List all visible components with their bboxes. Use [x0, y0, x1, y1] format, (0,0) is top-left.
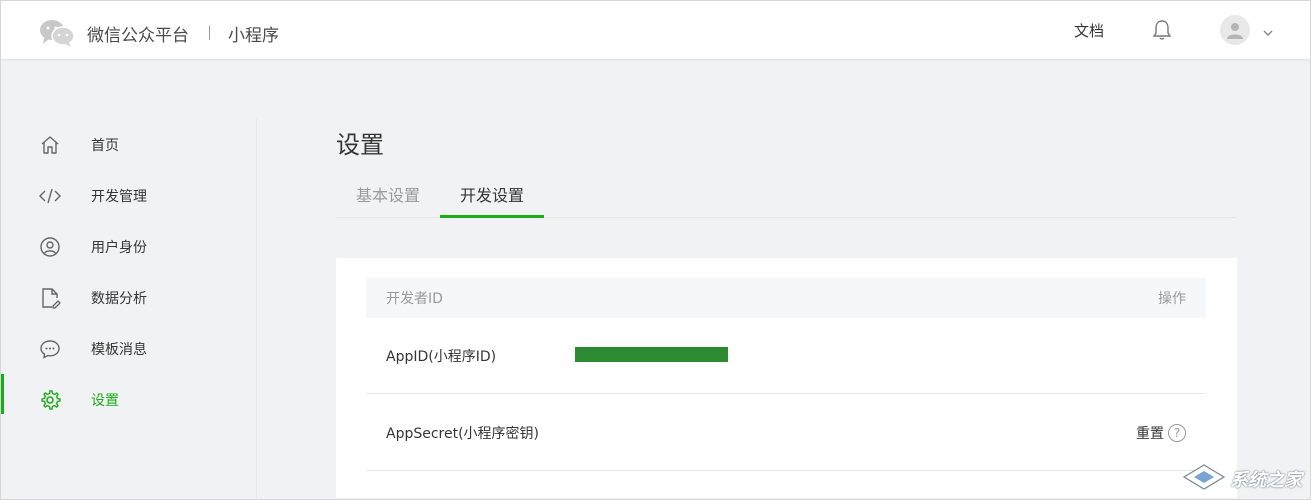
sidebar-item-label: 开发管理	[91, 188, 147, 205]
document-edit-icon	[39, 287, 61, 309]
chevron-down-icon[interactable]	[1262, 24, 1274, 36]
tab-dev-settings[interactable]: 开发设置	[440, 177, 545, 218]
brand-divider	[209, 26, 210, 40]
sidebar-item-template-messages[interactable]: 模板消息	[1, 323, 256, 374]
sidebar-item-label: 首页	[91, 137, 119, 154]
table-row: AppID(小程序ID)	[366, 318, 1206, 394]
sidebar-item-home[interactable]: 首页	[1, 119, 256, 170]
appid-label: AppID(小程序ID)	[386, 348, 497, 365]
top-right-actions: 文档	[1074, 15, 1274, 45]
sidebar-item-label: 模板消息	[91, 341, 147, 358]
top-bar: 微信公众平台 小程序 文档	[1, 1, 1310, 60]
sidebar-item-label: 数据分析	[91, 290, 147, 307]
row-actions: 重置 ?	[1136, 423, 1186, 443]
bell-icon[interactable]	[1152, 19, 1172, 41]
table-header: 开发者ID 操作	[366, 278, 1206, 318]
sidebar-item-data-analysis[interactable]: 数据分析	[1, 272, 256, 323]
settings-tabs: 基本设置 开发设置	[336, 177, 1236, 218]
watermark-logo-icon	[1182, 463, 1226, 495]
sidebar: 首页 开发管理 用户身份 数据分析 模板消息 设置	[1, 119, 257, 500]
sidebar-item-label: 用户身份	[91, 239, 147, 256]
code-icon	[39, 185, 61, 207]
column-header-actions: 操作	[1158, 291, 1186, 307]
tab-basic-settings[interactable]: 基本设置	[336, 177, 440, 218]
gear-icon	[39, 389, 61, 411]
brand-subtitle: 小程序	[228, 25, 279, 46]
wechat-logo-icon	[39, 19, 75, 47]
appid-redacted-value	[575, 346, 728, 362]
sidebar-item-settings[interactable]: 设置	[1, 374, 256, 425]
brand-title: 微信公众平台	[87, 25, 189, 46]
sidebar-item-label: 设置	[91, 392, 119, 409]
sidebar-item-user-identity[interactable]: 用户身份	[1, 221, 256, 272]
watermark-text: 系统之家	[1230, 470, 1302, 491]
table-row: AppSecret(小程序密钥) 重置 ?	[366, 395, 1206, 471]
watermark: 系统之家	[1182, 463, 1302, 495]
appsecret-label: AppSecret(小程序密钥)	[386, 425, 540, 442]
developer-id-card: 开发者ID 操作 AppID(小程序ID) AppSecret(小程序密钥) 重…	[336, 258, 1237, 498]
user-avatar-icon	[1227, 23, 1243, 39]
user-circle-icon	[39, 236, 61, 258]
page-title: 设置	[336, 131, 384, 159]
reset-button[interactable]: 重置	[1136, 423, 1164, 443]
home-icon	[39, 134, 61, 156]
docs-link[interactable]: 文档	[1074, 20, 1104, 41]
sidebar-item-dev-management[interactable]: 开发管理	[1, 170, 256, 221]
column-header-developer-id: 开发者ID	[386, 291, 443, 307]
brand[interactable]: 微信公众平台 小程序	[39, 19, 279, 47]
chat-bubble-icon	[39, 338, 61, 360]
help-icon[interactable]: ?	[1168, 423, 1186, 442]
avatar[interactable]	[1220, 15, 1250, 45]
